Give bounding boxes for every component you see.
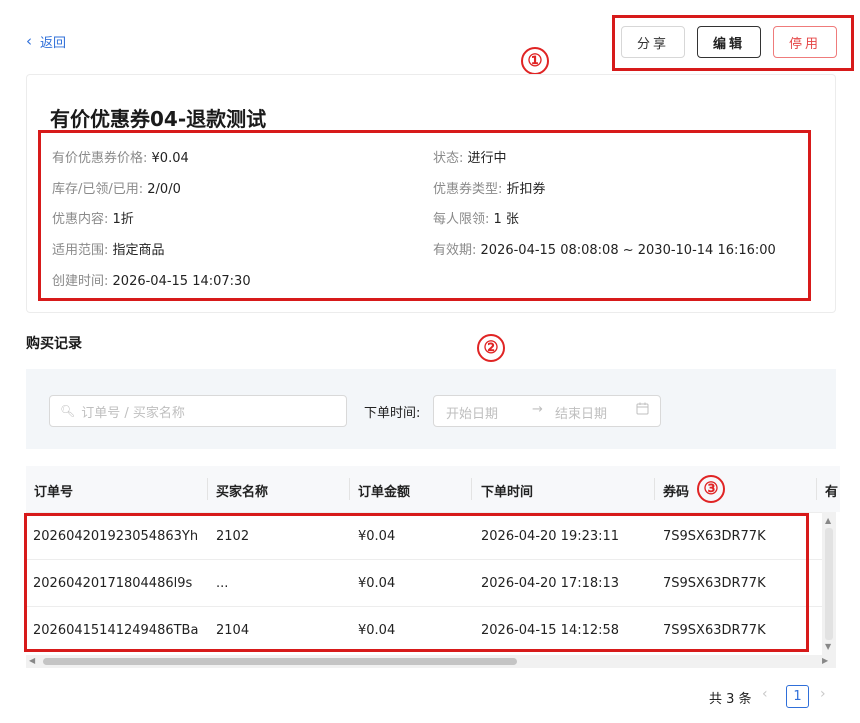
end-date-placeholder: 结束日期 — [555, 407, 608, 422]
annotation-box-info — [38, 130, 811, 301]
scroll-right-icon[interactable]: ▶ — [822, 656, 828, 665]
vertical-scroll-thumb[interactable] — [825, 528, 833, 640]
annotation-marker-1: ① — [521, 47, 549, 75]
start-date-placeholder: 开始日期 — [446, 407, 499, 422]
annotation-box-rows — [24, 513, 809, 652]
current-page-button[interactable]: 1 — [786, 685, 809, 708]
column-header-amount: 订单金额 — [358, 485, 411, 500]
column-divider — [349, 478, 350, 500]
vertical-scrollbar[interactable]: ▲ ▼ — [822, 512, 836, 655]
column-divider — [471, 478, 472, 500]
column-header-order-time: 下单时间 — [481, 485, 534, 500]
annotation-marker-3: ③ — [697, 475, 725, 503]
annotation-marker-2: ② — [477, 334, 505, 362]
records-title: 购买记录 — [26, 336, 82, 352]
horizontal-scroll-thumb[interactable] — [43, 658, 517, 665]
back-link[interactable]: ‹ 返回 — [26, 32, 67, 52]
search-icon: 🔍︎ — [60, 404, 76, 418]
column-header-buyer: 买家名称 — [216, 485, 269, 500]
column-divider — [816, 478, 817, 500]
coupon-title: 有价优惠券04-退款测试 — [50, 107, 267, 131]
annotation-box-actions — [612, 15, 854, 71]
column-header-code: 券码 — [663, 485, 690, 500]
prev-page-icon[interactable]: ‹ — [762, 686, 768, 702]
scroll-left-icon[interactable]: ◀ — [29, 656, 35, 665]
column-header-truncated: 有 — [825, 485, 839, 500]
date-range-picker[interactable]: 开始日期 → 结束日期 — [433, 395, 661, 427]
arrow-right-icon: → — [532, 402, 543, 417]
next-page-icon[interactable]: › — [820, 686, 826, 702]
pagination-total: 共 3 条 — [709, 692, 752, 707]
column-divider — [654, 478, 655, 500]
horizontal-scrollbar[interactable]: ◀ ▶ — [26, 655, 836, 668]
back-label: 返回 — [40, 36, 67, 51]
order-time-label: 下单时间: — [364, 406, 421, 421]
scroll-up-icon[interactable]: ▲ — [825, 516, 831, 525]
column-divider — [207, 478, 208, 500]
chevron-left-icon: ‹ — [26, 32, 32, 50]
column-header-order-no: 订单号 — [34, 485, 74, 500]
calendar-icon — [636, 402, 649, 419]
search-input[interactable]: 🔍︎ 订单号 / 买家名称 — [49, 395, 347, 427]
search-placeholder: 订单号 / 买家名称 — [81, 405, 185, 421]
scroll-down-icon[interactable]: ▼ — [825, 642, 831, 651]
